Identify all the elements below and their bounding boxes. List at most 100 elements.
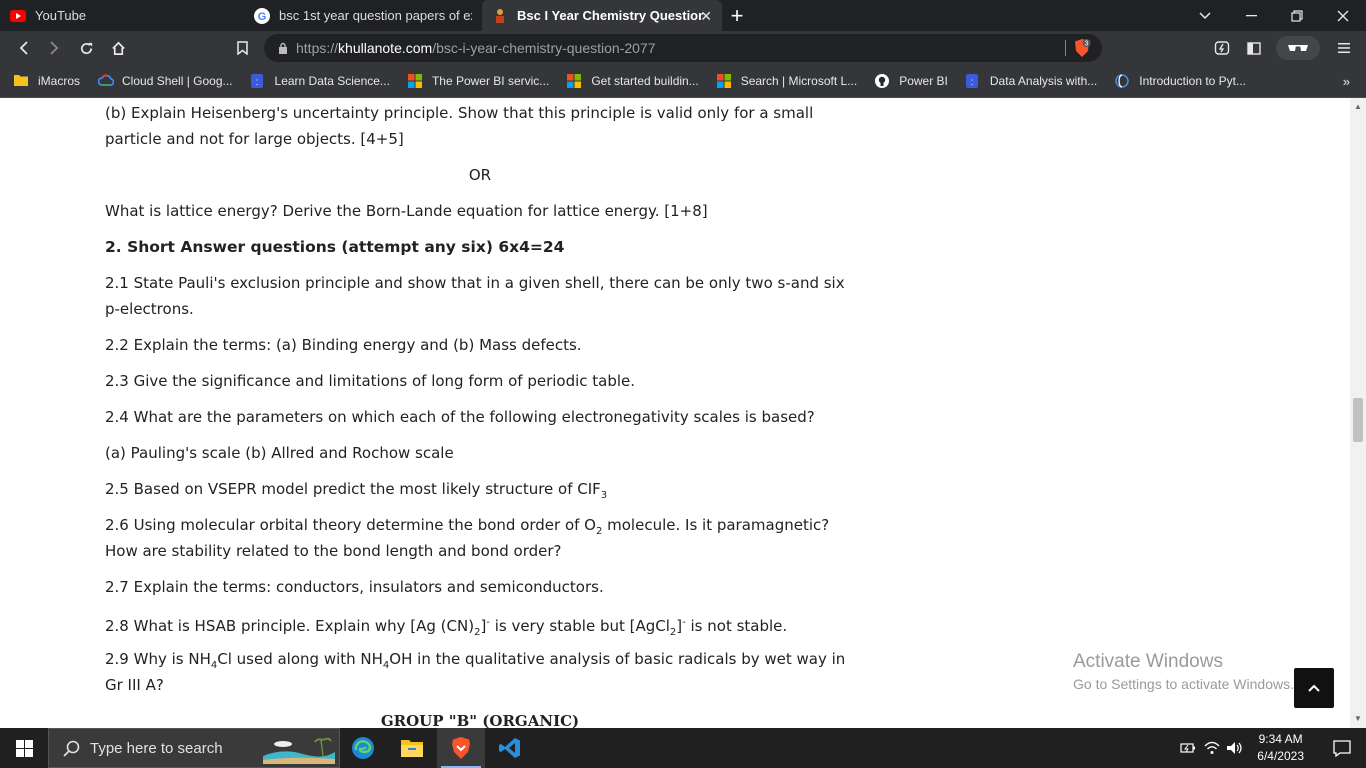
restore-button[interactable]	[1274, 0, 1320, 31]
scroll-to-top-button[interactable]	[1294, 668, 1334, 708]
taskbar-search-box[interactable]: Type here to search	[48, 728, 340, 768]
scroll-down-arrow-icon[interactable]: ▼	[1353, 714, 1363, 724]
bookmark-cloud-shell[interactable]: Cloud Shell | Goog...	[97, 74, 233, 88]
url-scheme: https://	[296, 40, 339, 56]
question-2-2: 2.2 Explain the terms: (a) Binding energ…	[105, 336, 582, 354]
question-1b-line1: (b) Explain Heisenberg's uncertainty pri…	[105, 104, 814, 122]
svg-text::: :	[255, 77, 258, 88]
system-tray	[1180, 728, 1244, 768]
taskbar-vscode-app[interactable]	[486, 728, 534, 768]
bookmark-imacros[interactable]: iMacros	[14, 74, 80, 88]
bookmark-data-analysis[interactable]: : Data Analysis with...	[965, 74, 1098, 88]
bookmarks-bar: iMacros Cloud Shell | Goog... : Learn Da…	[0, 65, 1366, 98]
tab-label: Bsc I Year Chemistry Question-2077	[517, 8, 703, 23]
scroll-up-arrow-icon[interactable]: ▲	[1353, 102, 1363, 112]
bookmark-get-started[interactable]: Get started buildin...	[567, 74, 699, 88]
bookmark-microsoft-learn[interactable]: Search | Microsoft L...	[716, 74, 858, 88]
question-2-6-line2: How are stability related to the bond le…	[105, 542, 562, 560]
section-2-heading: 2. Short Answer questions (attempt any s…	[105, 238, 565, 256]
bookmark-label: Introduction to Pyt...	[1139, 74, 1247, 88]
microsoft-icon	[716, 74, 731, 88]
notification-center-icon[interactable]	[1332, 738, 1352, 758]
group-b-heading: GROUP "B" (ORGANIC)	[380, 712, 580, 728]
tab-youtube[interactable]: YouTube	[0, 0, 244, 31]
url-path: /bsc-i-year-chemistry-question-2077	[432, 40, 656, 56]
activate-windows-watermark: Activate Windows Go to Settings to activ…	[1073, 651, 1294, 692]
brave-shields-icon[interactable]: 3	[1072, 38, 1092, 58]
reload-button[interactable]	[74, 36, 98, 60]
url-host: khullanote.com	[338, 40, 433, 56]
search-placeholder: Type here to search	[90, 739, 223, 757]
brave-icon	[452, 737, 470, 759]
windows-taskbar: Type here to search 9:34 AM 6/4/2023	[0, 728, 1366, 768]
new-tab-button[interactable]: +	[722, 0, 752, 31]
edge-icon	[352, 737, 374, 759]
more-bookmarks-button[interactable]: »	[1343, 74, 1350, 89]
forward-button[interactable]	[42, 36, 66, 60]
shield-count: 3	[1085, 41, 1089, 48]
question-1b-line2: particle and not for large objects. [4+5…	[105, 130, 404, 148]
home-button[interactable]	[106, 36, 130, 60]
clock-time: 9:34 AM	[1258, 732, 1303, 746]
question-2-4: 2.4 What are the parameters on which eac…	[105, 408, 815, 426]
volume-icon	[1227, 742, 1242, 754]
or-divider: OR	[468, 166, 492, 184]
tab-google-search[interactable]: G bsc 1st year question papers of exam	[244, 0, 482, 31]
question-2-1-line2: p-electrons.	[105, 300, 194, 318]
search-icon	[63, 740, 80, 757]
bookmark-label: Learn Data Science...	[274, 74, 390, 88]
sidebar-toggle-icon[interactable]	[1242, 36, 1266, 60]
tab-label: bsc 1st year question papers of exam	[279, 8, 472, 23]
folder-icon	[401, 740, 423, 757]
menu-icon[interactable]	[1332, 36, 1356, 60]
wallet-icon[interactable]	[1210, 36, 1234, 60]
datacamp-icon: :	[965, 74, 980, 88]
tab-search-chevron-icon[interactable]	[1182, 0, 1228, 31]
svg-text:G: G	[258, 11, 267, 23]
back-button[interactable]	[12, 36, 36, 60]
vpn-glasses-icon[interactable]	[1276, 36, 1320, 60]
taskbar-file-explorer-app[interactable]	[388, 728, 436, 768]
taskbar-brave-app[interactable]	[437, 728, 485, 768]
question-2-1-line1: 2.1 State Pauli's exclusion principle an…	[105, 274, 845, 292]
bookmark-intro-python[interactable]: Introduction to Pyt...	[1115, 74, 1246, 88]
lock-icon	[278, 42, 288, 54]
page-scrollbar[interactable]: ▲ ▼	[1350, 98, 1366, 728]
bookmark-label: The Power BI servic...	[431, 74, 550, 88]
clock-date: 6/4/2023	[1257, 749, 1304, 763]
question-lattice-energy: What is lattice energy? Derive the Born-…	[105, 202, 708, 220]
tab-chemistry-question[interactable]: Bsc I Year Chemistry Question-2077 ✕	[482, 0, 722, 31]
bookmark-label: iMacros	[38, 74, 81, 88]
bookmark-label: Search | Microsoft L...	[740, 74, 858, 88]
address-bar[interactable]: https://khullanote.com/bsc-i-year-chemis…	[264, 34, 1102, 62]
tab-label: YouTube	[35, 8, 87, 23]
scrollbar-thumb[interactable]	[1353, 398, 1363, 442]
datacamp-icon: :	[250, 74, 265, 88]
question-2-5: 2.5 Based on VSEPR model predict the mos…	[105, 480, 608, 501]
bookmark-label: Cloud Shell | Goog...	[122, 74, 233, 88]
bookmark-power-bi[interactable]: Power BI	[875, 74, 948, 88]
site-favicon-icon	[492, 8, 508, 24]
bookmark-label: Power BI	[899, 74, 948, 88]
microsoft-icon	[567, 74, 582, 88]
taskbar-edge-app[interactable]	[339, 728, 387, 768]
bookmark-learn-data-science[interactable]: : Learn Data Science...	[250, 74, 390, 88]
taskbar-clock[interactable]: 9:34 AM 6/4/2023	[1257, 731, 1304, 765]
microsoft-icon	[407, 74, 422, 88]
close-tab-icon[interactable]: ✕	[700, 8, 712, 25]
bookmark-icon[interactable]	[230, 36, 254, 60]
question-2-4-scales: (a) Pauling's scale (b) Allred and Rocho…	[105, 444, 454, 462]
bookmark-label: Get started buildin...	[591, 74, 699, 88]
watermark-title: Activate Windows	[1073, 651, 1223, 672]
google-icon: G	[254, 7, 270, 24]
chevron-up-icon	[1308, 684, 1320, 692]
bookmark-power-bi-service[interactable]: The Power BI servic...	[407, 74, 550, 88]
minimize-button[interactable]	[1228, 0, 1274, 31]
close-window-button[interactable]	[1320, 0, 1366, 31]
start-button[interactable]	[0, 728, 48, 768]
globe-icon	[1115, 74, 1130, 88]
watermark-subtitle: Go to Settings to activate Windows.	[1073, 676, 1294, 692]
url-divider	[1065, 40, 1066, 56]
bookmark-label: Data Analysis with...	[989, 74, 1098, 88]
folder-icon	[14, 74, 28, 88]
